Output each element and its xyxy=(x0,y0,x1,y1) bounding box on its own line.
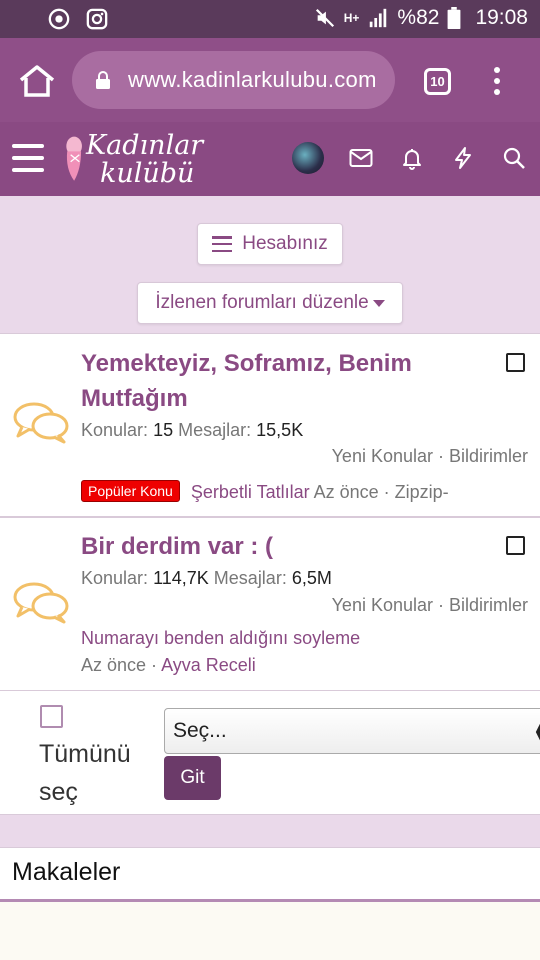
chevron-down-icon xyxy=(372,299,385,307)
latest-time: Az önce xyxy=(81,655,147,675)
forum-row: Bir derdim var : ( Konular: 114,7K Mesaj… xyxy=(0,517,540,691)
latest-thread-link[interactable]: Numarayı benden aldığını soyleme xyxy=(81,628,360,649)
chat-bubbles-icon xyxy=(13,582,69,624)
list-icon xyxy=(212,236,233,252)
messages-label: Mesajlar: xyxy=(213,568,287,588)
instagram-icon xyxy=(86,8,108,30)
avatar[interactable] xyxy=(292,142,324,174)
threads-count: 15 xyxy=(153,420,174,440)
articles-section[interactable]: Makaleler xyxy=(0,847,540,900)
lightning-icon[interactable] xyxy=(451,146,475,170)
logo-text-line1: Kadınlar xyxy=(86,130,204,161)
edit-watched-forums-label: İzlenen forumları düzenle xyxy=(155,292,369,313)
browser-menu-icon[interactable] xyxy=(492,67,502,95)
go-button[interactable]: Git xyxy=(164,756,221,800)
forum-checkbox[interactable] xyxy=(506,353,525,372)
network-type: H+ xyxy=(343,11,360,25)
bell-icon[interactable] xyxy=(400,146,424,170)
site-logo[interactable]: Kadınlar kulübü xyxy=(62,128,212,192)
forum-row: Yemekteyiz, Soframız, Benim Mutfağım Kon… xyxy=(0,333,540,517)
forum-checkbox[interactable] xyxy=(506,536,525,555)
popular-badge: Popüler Konu xyxy=(81,480,180,502)
threads-label: Konular: xyxy=(81,420,149,440)
articles-heading: Makaleler xyxy=(12,858,121,886)
threads-count: 114,7K xyxy=(153,568,209,588)
home-icon[interactable] xyxy=(18,64,56,98)
url-text: www.kadinlarkulubu.com xyxy=(128,67,377,92)
ballet-shoe-icon xyxy=(66,136,82,181)
latest-post: Popüler Konu Şerbetli Tatlılar Az önce ·… xyxy=(81,480,449,503)
messages-label: Mesajlar: xyxy=(178,420,252,440)
lock-icon xyxy=(96,71,110,89)
address-bar[interactable]: www.kadinlarkulubu.com xyxy=(72,51,395,109)
forum-title-link[interactable]: Bir derdim var : ( xyxy=(81,529,441,564)
forum-stats: Konular: 15 Mesajlar: 15,5K xyxy=(81,420,303,441)
account-button-label: Hesabınız xyxy=(242,233,328,254)
latest-separator: · xyxy=(146,655,162,675)
threads-label: Konular: xyxy=(81,568,149,588)
chat-bubbles-icon xyxy=(13,402,69,444)
select-all-label[interactable]: Tümünü seç xyxy=(39,735,149,811)
chrome-icon xyxy=(48,8,70,30)
logo-text-line2: kulübü xyxy=(100,158,195,189)
search-icon[interactable] xyxy=(502,146,526,170)
battery-icon xyxy=(448,7,461,29)
clock: 19:08 xyxy=(475,6,528,29)
select-arrows-icon: ▲ ▼ xyxy=(533,719,540,743)
battery-percent: %82 xyxy=(397,6,440,29)
action-select-value: Seç... xyxy=(173,719,227,742)
tab-switcher-button[interactable]: 10 xyxy=(424,68,451,95)
forum-stats: Konular: 114,7K Mesajlar: 6,5M xyxy=(81,568,332,589)
edit-watched-forums-button[interactable]: İzlenen forumları düzenle xyxy=(137,282,403,324)
action-select[interactable]: Seç... ▲ ▼ xyxy=(164,708,540,754)
menu-icon[interactable] xyxy=(12,144,44,172)
messages-count: 15,5K xyxy=(256,420,304,440)
forum-title-link[interactable]: Yemekteyiz, Soframız, Benim Mutfağım xyxy=(81,346,441,416)
account-button[interactable]: Hesabınız xyxy=(197,223,343,265)
latest-meta: Az önce · Ayva Receli xyxy=(81,655,256,676)
status-bar: H+ %82 19:08 xyxy=(0,0,540,38)
browser-toolbar: www.kadinlarkulubu.com 10 xyxy=(0,38,540,122)
signal-icon xyxy=(370,8,387,28)
forum-links[interactable]: Yeni Konular · Bildirimler xyxy=(332,595,528,616)
divider xyxy=(0,899,540,902)
latest-thread-link[interactable]: Şerbetli Tatlılar xyxy=(191,482,310,502)
mute-icon xyxy=(315,8,334,28)
latest-meta[interactable]: Az önce · Zipzip- xyxy=(314,482,449,502)
select-all-checkbox[interactable] xyxy=(40,705,63,728)
messages-count: 6,5M xyxy=(291,568,332,588)
forum-links[interactable]: Yeni Konular · Bildirimler xyxy=(332,446,528,467)
mail-icon[interactable] xyxy=(349,146,373,170)
latest-user-link[interactable]: Ayva Receli xyxy=(161,655,256,675)
